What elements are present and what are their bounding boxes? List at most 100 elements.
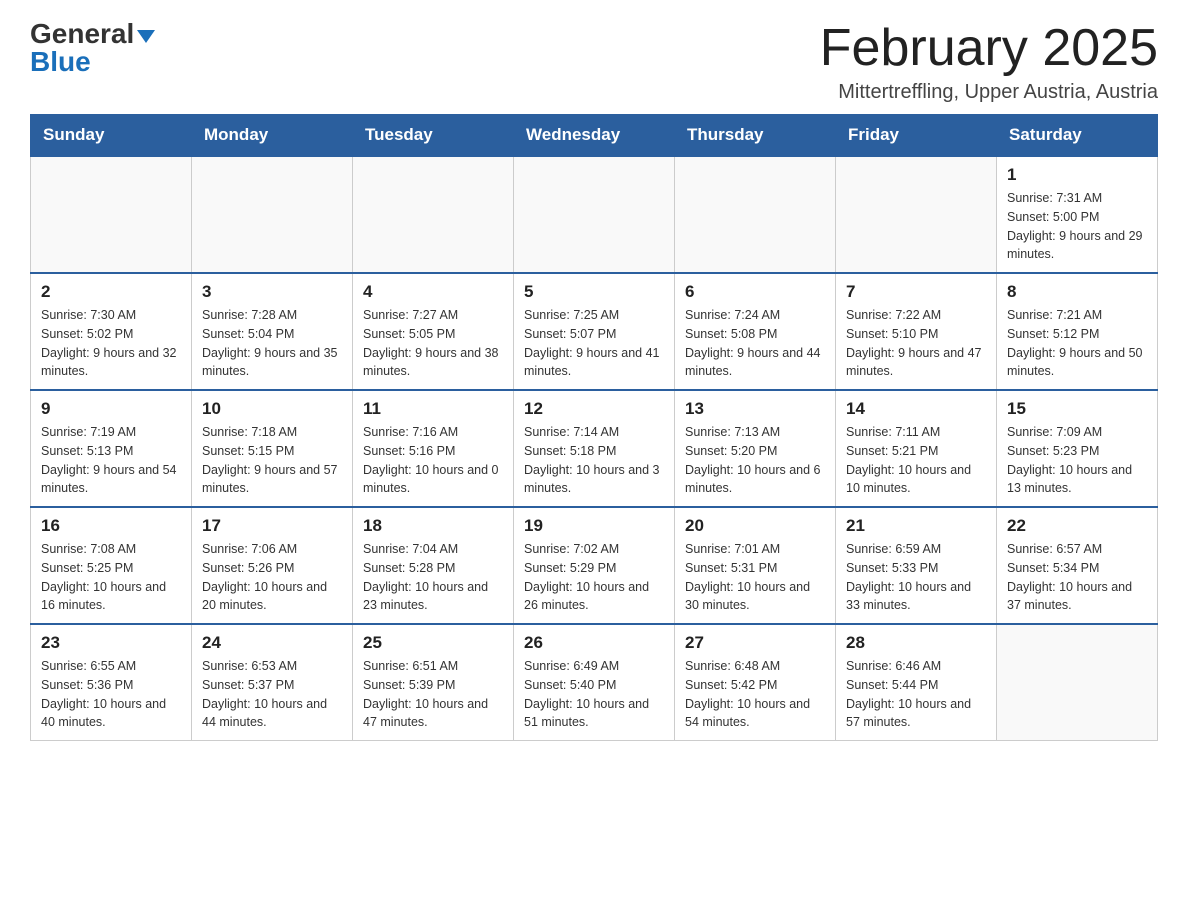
day-info: Sunrise: 6:48 AM Sunset: 5:42 PM Dayligh… [685,657,825,732]
table-row: 2 Sunrise: 7:30 AM Sunset: 5:02 PM Daylig… [31,273,192,390]
day-number: 27 [685,633,825,653]
calendar-week-row: 23 Sunrise: 6:55 AM Sunset: 5:36 PM Dayli… [31,624,1158,741]
day-info: Sunrise: 6:49 AM Sunset: 5:40 PM Dayligh… [524,657,664,732]
table-row: 14 Sunrise: 7:11 AM Sunset: 5:21 PM Dayli… [836,390,997,507]
day-info: Sunrise: 6:59 AM Sunset: 5:33 PM Dayligh… [846,540,986,615]
table-row: 16 Sunrise: 7:08 AM Sunset: 5:25 PM Dayli… [31,507,192,624]
logo: General Blue [30,20,155,76]
table-row [836,156,997,273]
day-number: 18 [363,516,503,536]
table-row: 26 Sunrise: 6:49 AM Sunset: 5:40 PM Dayli… [514,624,675,741]
table-row [675,156,836,273]
day-number: 22 [1007,516,1147,536]
header-wednesday: Wednesday [514,115,675,157]
day-info: Sunrise: 7:21 AM Sunset: 5:12 PM Dayligh… [1007,306,1147,381]
day-number: 3 [202,282,342,302]
calendar-week-row: 9Sunrise: 7:19 AM Sunset: 5:13 PM Daylig… [31,390,1158,507]
header-sunday: Sunday [31,115,192,157]
table-row: 19Sunrise: 7:02 AM Sunset: 5:29 PM Dayli… [514,507,675,624]
day-info: Sunrise: 7:27 AM Sunset: 5:05 PM Dayligh… [363,306,503,381]
table-row: 4 Sunrise: 7:27 AM Sunset: 5:05 PM Daylig… [353,273,514,390]
table-row: 23 Sunrise: 6:55 AM Sunset: 5:36 PM Dayli… [31,624,192,741]
table-row: 17 Sunrise: 7:06 AM Sunset: 5:26 PM Dayli… [192,507,353,624]
table-row: 3 Sunrise: 7:28 AM Sunset: 5:04 PM Daylig… [192,273,353,390]
day-info: Sunrise: 7:30 AM Sunset: 5:02 PM Dayligh… [41,306,181,381]
day-info: Sunrise: 7:19 AM Sunset: 5:13 PM Dayligh… [41,423,181,498]
header-saturday: Saturday [997,115,1158,157]
day-number: 25 [363,633,503,653]
calendar-week-row: 1 Sunrise: 7:31 AM Sunset: 5:00 PM Daylig… [31,156,1158,273]
day-info: Sunrise: 7:24 AM Sunset: 5:08 PM Dayligh… [685,306,825,381]
day-number: 5 [524,282,664,302]
table-row: 21 Sunrise: 6:59 AM Sunset: 5:33 PM Dayli… [836,507,997,624]
calendar-table: Sunday Monday Tuesday Wednesday Thursday… [30,114,1158,741]
day-number: 24 [202,633,342,653]
header-monday: Monday [192,115,353,157]
table-row: 25Sunrise: 6:51 AM Sunset: 5:39 PM Dayli… [353,624,514,741]
table-row: 6 Sunrise: 7:24 AM Sunset: 5:08 PM Daylig… [675,273,836,390]
table-row: 27 Sunrise: 6:48 AM Sunset: 5:42 PM Dayli… [675,624,836,741]
calendar-header-row: Sunday Monday Tuesday Wednesday Thursday… [31,115,1158,157]
day-info: Sunrise: 7:31 AM Sunset: 5:00 PM Dayligh… [1007,189,1147,264]
day-number: 15 [1007,399,1147,419]
table-row: 7 Sunrise: 7:22 AM Sunset: 5:10 PM Daylig… [836,273,997,390]
day-number: 10 [202,399,342,419]
day-info: Sunrise: 6:57 AM Sunset: 5:34 PM Dayligh… [1007,540,1147,615]
table-row: 20 Sunrise: 7:01 AM Sunset: 5:31 PM Dayli… [675,507,836,624]
day-info: Sunrise: 7:09 AM Sunset: 5:23 PM Dayligh… [1007,423,1147,498]
calendar-week-row: 16 Sunrise: 7:08 AM Sunset: 5:25 PM Dayli… [31,507,1158,624]
table-row: 8 Sunrise: 7:21 AM Sunset: 5:12 PM Daylig… [997,273,1158,390]
day-number: 1 [1007,165,1147,185]
day-info: Sunrise: 6:55 AM Sunset: 5:36 PM Dayligh… [41,657,181,732]
day-number: 20 [685,516,825,536]
table-row: 15 Sunrise: 7:09 AM Sunset: 5:23 PM Dayli… [997,390,1158,507]
logo-arrow-icon [137,30,155,43]
table-row [514,156,675,273]
calendar-week-row: 2 Sunrise: 7:30 AM Sunset: 5:02 PM Daylig… [31,273,1158,390]
logo-text-general: General [30,20,134,48]
header-friday: Friday [836,115,997,157]
day-info: Sunrise: 7:28 AM Sunset: 5:04 PM Dayligh… [202,306,342,381]
day-number: 26 [524,633,664,653]
day-number: 16 [41,516,181,536]
day-info: Sunrise: 7:06 AM Sunset: 5:26 PM Dayligh… [202,540,342,615]
title-block: February 2025 Mittertreffling, Upper Aus… [820,20,1158,104]
table-row: 1 Sunrise: 7:31 AM Sunset: 5:00 PM Daylig… [997,156,1158,273]
header-tuesday: Tuesday [353,115,514,157]
table-row: 9Sunrise: 7:19 AM Sunset: 5:13 PM Daylig… [31,390,192,507]
day-info: Sunrise: 7:13 AM Sunset: 5:20 PM Dayligh… [685,423,825,498]
day-info: Sunrise: 7:11 AM Sunset: 5:21 PM Dayligh… [846,423,986,498]
table-row [997,624,1158,741]
day-number: 13 [685,399,825,419]
day-info: Sunrise: 7:01 AM Sunset: 5:31 PM Dayligh… [685,540,825,615]
table-row: 13 Sunrise: 7:13 AM Sunset: 5:20 PM Dayli… [675,390,836,507]
day-info: Sunrise: 7:22 AM Sunset: 5:10 PM Dayligh… [846,306,986,381]
table-row: 5Sunrise: 7:25 AM Sunset: 5:07 PM Daylig… [514,273,675,390]
calendar-subtitle: Mittertreffling, Upper Austria, Austria [820,81,1158,104]
day-number: 4 [363,282,503,302]
table-row: 10Sunrise: 7:18 AM Sunset: 5:15 PM Dayli… [192,390,353,507]
table-row: 24 Sunrise: 6:53 AM Sunset: 5:37 PM Dayli… [192,624,353,741]
day-number: 12 [524,399,664,419]
logo-text-blue: Blue [30,46,91,77]
table-row [192,156,353,273]
table-row [31,156,192,273]
day-number: 19 [524,516,664,536]
day-number: 6 [685,282,825,302]
table-row: 28Sunrise: 6:46 AM Sunset: 5:44 PM Dayli… [836,624,997,741]
day-number: 17 [202,516,342,536]
day-number: 7 [846,282,986,302]
day-number: 2 [41,282,181,302]
table-row: 22 Sunrise: 6:57 AM Sunset: 5:34 PM Dayli… [997,507,1158,624]
day-info: Sunrise: 7:08 AM Sunset: 5:25 PM Dayligh… [41,540,181,615]
day-number: 23 [41,633,181,653]
calendar-title: February 2025 [820,20,1158,77]
day-number: 21 [846,516,986,536]
day-number: 14 [846,399,986,419]
day-info: Sunrise: 6:53 AM Sunset: 5:37 PM Dayligh… [202,657,342,732]
day-info: Sunrise: 7:04 AM Sunset: 5:28 PM Dayligh… [363,540,503,615]
day-info: Sunrise: 6:46 AM Sunset: 5:44 PM Dayligh… [846,657,986,732]
header: General Blue February 2025 Mittertreffli… [30,20,1158,104]
table-row [353,156,514,273]
day-number: 8 [1007,282,1147,302]
